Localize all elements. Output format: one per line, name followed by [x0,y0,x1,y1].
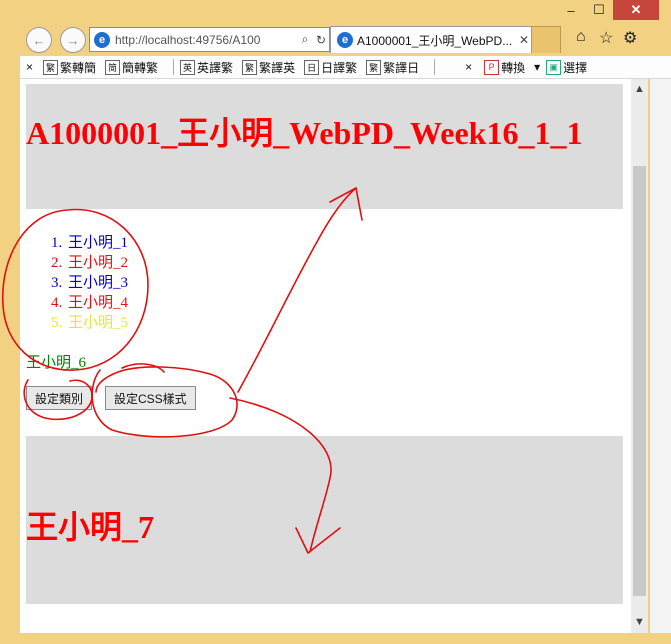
browser-window: – ☐ ✕ ← → e http://localhost:49756/A100 … [0,0,671,644]
tab-close-icon[interactable]: ✕ [517,33,531,47]
divider [173,59,175,75]
translate-icon: 英 [180,59,196,75]
cmd-item-fan-to-jian[interactable]: 繁 繁轉簡 [43,59,96,76]
convert-label: 轉換 [501,60,526,75]
window-controls: – ☐ ✕ [557,0,659,20]
paragraph-6: 王小明_6 [26,355,87,371]
cmd-item-label: 繁譯日 [383,60,420,75]
cmd-item-label: 日譯繁 [321,60,358,75]
command-bar: × 繁 繁轉簡 简 簡轉繁 英 英譯繁 繁 繁譯英 日 日譯繁 繁 繁譯日 × … [20,56,671,79]
cmd-item-label: 繁轉簡 [60,60,97,75]
ie-tab-icon: e [337,32,353,48]
restore-button[interactable]: ☐ [585,0,613,20]
cmd-item-fan-to-en[interactable]: 繁 繁譯英 [242,59,295,76]
refresh-icon[interactable]: ↻ [313,33,329,47]
list-item: 王小明_3 [66,273,128,293]
translate-icon: 繁 [43,59,59,75]
back-button[interactable]: ← [26,27,52,53]
select-label: 選擇 [563,60,588,75]
select-button[interactable]: ▣ 選擇 [546,59,587,76]
address-url[interactable]: http://localhost:49756/A100 [115,33,297,47]
forward-arrow-icon: → [66,32,80,48]
forward-button[interactable]: → [60,27,86,53]
divider [434,59,436,75]
cmd-item-label: 繁譯英 [259,60,296,75]
pdf-convert-icon: P [484,59,500,75]
translate-icon: 日 [304,59,320,75]
scroll-down-icon[interactable]: ▼ [631,614,648,631]
cmd-item-jp-to-fan[interactable]: 日 日譯繁 [304,59,357,76]
address-bar[interactable]: e http://localhost:49756/A100 ⌕ ↻ [89,27,330,52]
favorites-star-icon[interactable]: ☆ [599,28,613,48]
convert-dropdown-icon[interactable]: ▾ [534,60,540,74]
side-panel [649,79,671,633]
translate-icon: 繁 [242,59,258,75]
translate-icon: 简 [105,59,121,75]
list-item: 王小明_4 [66,293,128,313]
navigation-bar: ← → e http://localhost:49756/A100 ⌕ ↻ e … [0,24,671,54]
footer-title: 王小明_7 [26,509,155,545]
commandbar-close-icon[interactable]: × [26,60,33,74]
header-section: A1000001_王小明_WebPD_Week16_1_1 [26,84,623,209]
new-tab-button[interactable] [531,26,561,53]
commandbar-close-icon-2[interactable]: × [465,60,472,74]
settings-gear-icon[interactable]: ⚙ [623,28,637,48]
list-item-text: 王小明_2 [68,255,129,271]
minimize-button[interactable]: – [557,0,585,20]
list-item: 王小明_5 [66,313,128,333]
set-css-style-button[interactable]: 設定CSS樣式 [105,386,196,410]
search-icon[interactable]: ⌕ [297,32,313,47]
name-list: 王小明_1 王小明_2 王小明_3 王小明_4 王小明_5 [20,233,128,333]
ie-page-icon: e [94,31,110,48]
vertical-scrollbar[interactable]: ▲ ▼ [631,79,648,633]
list-item-text: 王小明_4 [68,295,129,311]
select-icon: ▣ [546,59,562,75]
set-class-button[interactable]: 設定類別 [26,386,93,410]
page-viewport: A1000001_王小明_WebPD_Week16_1_1 王小明_1 王小明_… [20,79,631,633]
cmd-item-jian-to-fan[interactable]: 简 簡轉繁 [105,59,158,76]
cmd-item-en-to-fan[interactable]: 英 英譯繁 [180,59,233,76]
cmd-item-label: 簡轉繁 [122,60,159,75]
convert-button[interactable]: P 轉換 [484,59,525,76]
tab-active[interactable]: e A1000001_王小明_WebPD... ✕ [330,26,532,53]
cmd-item-fan-to-jp[interactable]: 繁 繁譯日 [366,59,419,76]
list-item: 王小明_2 [66,253,128,273]
list-item-text: 王小明_3 [68,275,129,291]
scroll-up-icon[interactable]: ▲ [631,81,648,98]
footer-section: 王小明_7 [26,436,623,604]
home-icon[interactable]: ⌂ [576,28,586,46]
list-item: 王小明_1 [66,233,128,253]
cmd-item-label: 英譯繁 [197,60,234,75]
tab-title: A1000001_王小明_WebPD... [357,33,513,48]
list-item-text: 王小明_1 [68,235,129,251]
page-title: A1000001_王小明_WebPD_Week16_1_1 [26,115,583,151]
back-arrow-icon: ← [32,32,46,48]
scroll-thumb[interactable] [633,166,646,596]
translate-icon: 繁 [366,59,382,75]
list-item-text: 王小明_5 [68,315,129,331]
close-window-button[interactable]: ✕ [613,0,659,20]
